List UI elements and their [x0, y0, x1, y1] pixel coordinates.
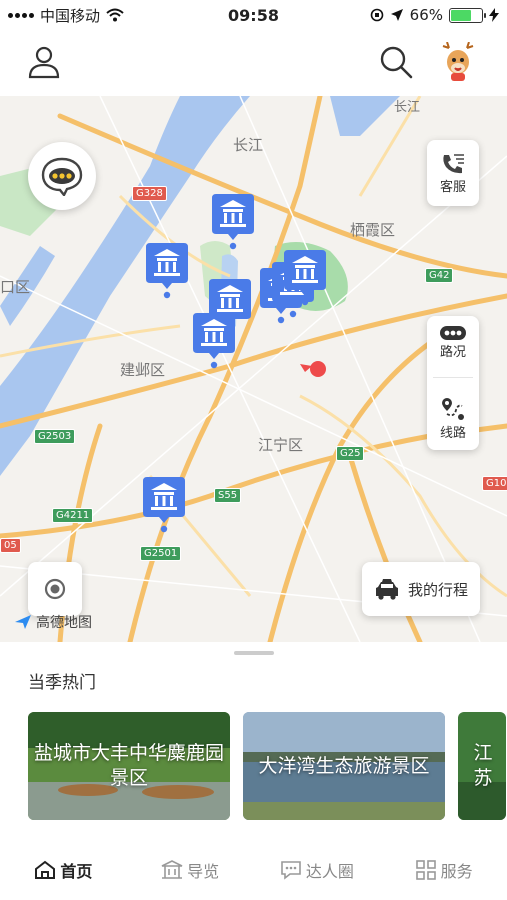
map-label-jiangning: 江宁区: [258, 436, 304, 454]
battery-icon: [449, 7, 486, 23]
my-trip-button[interactable]: 我的行程: [362, 562, 480, 616]
route-label: 线路: [439, 426, 466, 442]
divider: [433, 377, 473, 379]
attraction-card[interactable]: 江苏: [458, 712, 506, 820]
map-label-changjiang-main: 长江: [233, 136, 264, 154]
tab-home-label: 首页: [60, 862, 93, 881]
phone-icon: [443, 153, 464, 173]
route-icon: [441, 398, 464, 421]
season-hot-title: 当季热门: [28, 673, 96, 693]
temple-icon: [143, 477, 185, 533]
attraction-card-caption: 江苏: [473, 742, 493, 789]
attraction-card-list[interactable]: 盐城市大丰中华麋鹿园景区 大洋湾生态旅游景区 江苏: [28, 712, 506, 820]
road-tag-g104: G104: [482, 476, 507, 491]
traffic-label: 路况: [439, 344, 466, 360]
profile-button[interactable]: [24, 42, 64, 82]
guide-icon: [161, 860, 183, 879]
customer-service-button[interactable]: 客服: [427, 140, 479, 206]
traffic-icon: [440, 325, 466, 340]
amap-arrow-icon: [15, 615, 31, 629]
avatar-button[interactable]: [438, 42, 478, 82]
attraction-card[interactable]: 盐城市大丰中华麋鹿园景区: [28, 712, 230, 820]
sheet-drag-handle[interactable]: [234, 651, 274, 655]
temple-icon: [146, 243, 188, 299]
locate-me-button[interactable]: [28, 562, 82, 616]
map-label-pukou: 口区: [0, 278, 31, 296]
road-tag-edge: 05: [0, 538, 21, 553]
road-tag-g25: G25: [336, 446, 365, 461]
map-provider-label: 高德地图: [36, 615, 92, 631]
status-bar: 中国移动 09:58 66%: [0, 0, 507, 30]
map-label-changjiang-top: 长江: [394, 100, 421, 115]
road-tag-g328: G328: [132, 186, 167, 201]
scenic-spot-pin[interactable]: [210, 192, 256, 250]
battery-fill: [451, 9, 471, 21]
attraction-card-caption: 大洋湾生态旅游景区: [258, 754, 430, 777]
tab-service-label: 服务: [440, 862, 473, 881]
user-icon: [28, 46, 60, 79]
tab-community-label: 达人圈: [305, 862, 354, 881]
home-icon: [35, 860, 56, 879]
attraction-card[interactable]: 大洋湾生态旅游景区: [243, 712, 445, 820]
tab-guide-label: 导览: [187, 862, 220, 881]
chat-assistant-button[interactable]: [28, 142, 96, 210]
tab-guide[interactable]: 导览: [127, 840, 254, 900]
road-tag-s55: S55: [214, 488, 242, 503]
app-screen: 中国移动 09:58 66% 长江 长江 栖霞区 口区 建邺区 江宁区 G328…: [0, 0, 507, 900]
road-tag-g2503: G2503: [34, 429, 76, 444]
scenic-spot-pin[interactable]: [282, 248, 328, 306]
traffic-button[interactable]: 路况: [439, 325, 467, 360]
locate-icon: [44, 578, 66, 600]
grid-icon: [415, 860, 436, 880]
road-tag-g42: G42: [425, 268, 454, 283]
chat-bubble-icon: [281, 861, 301, 880]
tab-community[interactable]: 达人圈: [254, 840, 381, 900]
scenic-spot-pin[interactable]: [191, 311, 237, 369]
my-trip-label: 我的行程: [407, 580, 468, 599]
car-icon: [375, 579, 398, 600]
status-time: 09:58: [228, 5, 279, 25]
bottom-sheet: 当季热门 盐城市大丰中华麋鹿园景区 大洋湾生态旅游景区 江苏: [0, 642, 507, 840]
route-button[interactable]: 线路: [440, 396, 466, 441]
attraction-card-caption: 盐城市大丰中华麋鹿园景区: [34, 742, 225, 789]
search-icon: [380, 46, 413, 79]
road-tag-g2501: G2501: [140, 546, 182, 561]
temple-icon: [284, 250, 326, 306]
map-label-jianye: 建邺区: [120, 361, 166, 379]
map-provider-logo: 高德地图: [14, 612, 92, 632]
app-header: [0, 30, 507, 96]
chat-bubble-icon: [41, 157, 83, 196]
map-label-qixia: 栖霞区: [350, 221, 396, 239]
temple-icon: [212, 194, 254, 250]
search-button[interactable]: [376, 42, 416, 82]
deer-mascot-avatar-icon: [442, 42, 474, 81]
temple-icon: [193, 313, 235, 369]
tab-service[interactable]: 服务: [380, 840, 507, 900]
map-tools-panel: 路况 线路: [427, 316, 479, 450]
customer-service-label: 客服: [439, 179, 466, 195]
scenic-spot-pin[interactable]: [144, 241, 190, 299]
map-view[interactable]: 长江 长江 栖霞区 口区 建邺区 江宁区 G328 G42 G2503 G25 …: [0, 96, 507, 642]
scenic-spot-pin[interactable]: [141, 475, 187, 533]
road-tag-g4211: G4211: [52, 508, 94, 523]
tab-home[interactable]: 首页: [0, 840, 127, 900]
bottom-tab-bar: 首页 导览 达人圈 服务: [0, 840, 507, 900]
